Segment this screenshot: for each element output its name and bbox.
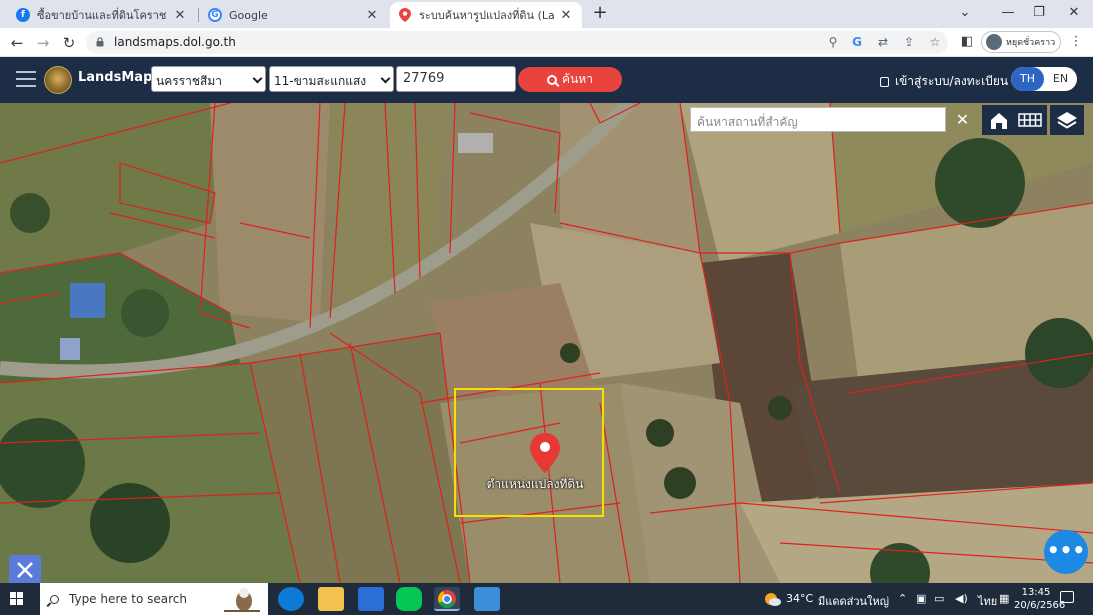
close-icon[interactable]: ✕ (172, 8, 188, 23)
tab-search-chevron-icon[interactable]: ⌄ (950, 2, 980, 26)
taskbar-search[interactable]: Type here to search (40, 583, 268, 615)
dol-logo (44, 66, 72, 94)
windows-start-icon[interactable] (10, 592, 24, 606)
hamburger-menu-icon[interactable] (16, 71, 36, 87)
translate-icon[interactable]: ⇄ (874, 33, 892, 51)
tab-title: ซื้อขายบ้านและที่ดินโคราช | Facebook (37, 9, 168, 22)
layers-button[interactable] (1050, 105, 1084, 135)
district-select[interactable]: 11-ขามสะแกแสง (269, 66, 394, 92)
map-pin-icon (398, 8, 412, 22)
avatar (986, 34, 1002, 50)
bookmark-star-icon[interactable]: ☆ (926, 33, 944, 51)
lock-icon (96, 37, 104, 47)
file-explorer-icon[interactable] (318, 587, 344, 611)
lang-en-button[interactable]: EN (1044, 67, 1077, 91)
back-arrow-icon[interactable]: ← (6, 32, 28, 54)
province-value: นครราชสีมา (156, 74, 222, 88)
google-icon: G (208, 8, 222, 22)
photos-icon[interactable] (474, 587, 500, 611)
chevron-up-icon[interactable]: ⌃ (898, 592, 907, 605)
province-select[interactable]: นครราชสีมา (151, 66, 266, 92)
close-icon[interactable]: ✕ (950, 107, 975, 132)
url-text: landsmaps.dol.go.th (114, 35, 236, 49)
location-pin-icon[interactable]: ⚲ (824, 33, 842, 51)
facebook-icon: f (16, 8, 30, 22)
place-search-input[interactable]: ค้นหาสถานที่สำคัญ (690, 107, 946, 132)
login-label: เข้าสู่ระบบ/ลงทะเบียน (895, 74, 1009, 88)
google-lens-icon[interactable]: G (848, 33, 866, 51)
search-icon (50, 594, 59, 604)
clock-date: 20/6/2566 (1014, 600, 1066, 611)
grid-button[interactable] (1013, 105, 1047, 135)
network-icon[interactable]: ▭ (934, 592, 944, 605)
parcel-marker-label: ตำแหน่งแปลงที่ดิน (486, 477, 584, 491)
lang-th-button[interactable]: TH (1011, 67, 1044, 91)
close-icon[interactable]: ✕ (558, 8, 574, 23)
home-button[interactable] (982, 105, 1016, 135)
layers-icon (1057, 112, 1077, 129)
input-mode-icon[interactable]: ▦ (999, 592, 1009, 605)
chevron-down-icon (380, 73, 391, 84)
tab-google[interactable]: G Google ✕ (200, 2, 388, 28)
district-value: 11-ขามสะแกแสง (274, 74, 367, 88)
window-close-icon[interactable]: ✕ (1059, 2, 1089, 26)
more-options-fab[interactable]: ••• (1044, 530, 1088, 574)
line-app-icon[interactable] (396, 587, 422, 611)
kebab-menu-icon[interactable]: ⋮ (1066, 32, 1086, 52)
app-header: LandsMaps นครราชสีมา 11-ขามสะแกแสง 27769… (0, 57, 1093, 103)
forward-arrow-icon[interactable]: → (32, 32, 54, 54)
windows-taskbar: Type here to search 34°C มีแดดส่วนใหญ่ ⌃… (0, 583, 1093, 615)
browser-tab-strip: f ซื้อขายบ้านและที่ดินโคราช | Facebook ✕… (0, 0, 1093, 28)
notification-icon[interactable] (1060, 591, 1074, 603)
weather-temp[interactable]: 34°C (786, 592, 813, 605)
search-button-label: ค้นหา (562, 72, 593, 86)
taskbar-search-placeholder: Type here to search (69, 592, 187, 606)
tools-icon (17, 562, 33, 578)
search-button[interactable]: ค้นหา (518, 67, 622, 92)
tab-landsmaps[interactable]: ระบบค้นหารูปแปลงที่ดิน (LandsMaps ✕ (390, 2, 582, 28)
home-icon (991, 113, 1007, 129)
chrome-icon[interactable] (434, 587, 460, 611)
tab-facebook[interactable]: f ซื้อขายบ้านและที่ดินโคราช | Facebook ✕ (8, 2, 196, 28)
system-clock[interactable]: 13:45 20/6/2566 (1014, 586, 1066, 612)
search-icon (547, 74, 558, 85)
language-switch: TH EN (1011, 67, 1077, 91)
login-link[interactable]: เข้าสู่ระบบ/ลงทะเบียน (880, 72, 1008, 91)
weather-text[interactable]: มีแดดส่วนใหญ่ (818, 592, 889, 610)
tab-title: Google (229, 8, 268, 22)
reload-icon[interactable]: ↻ (58, 32, 80, 54)
microsoft-store-icon[interactable] (358, 587, 384, 611)
profile-label: หยุดชั่วคราว (1006, 38, 1056, 48)
lock-icon (880, 76, 889, 87)
restore-icon[interactable]: ❐ (1024, 2, 1054, 26)
weather-sun-icon (762, 591, 782, 607)
satellite-map[interactable]: ค้นหาสถานที่สำคัญ ✕ ตำแหน่งแปลงที่ดิน ••… (0, 103, 1093, 583)
bird-illustration-icon (224, 588, 260, 612)
minimize-icon[interactable]: — (993, 2, 1023, 26)
close-icon[interactable]: ✕ (364, 8, 380, 23)
brand-title: LandsMaps (78, 70, 161, 85)
share-icon[interactable]: ⇪ (900, 33, 918, 51)
map-imagery (0, 103, 1093, 583)
volume-icon[interactable]: ◀) (955, 592, 968, 605)
new-tab-plus-icon[interactable]: + (590, 4, 610, 24)
parcel-number-input[interactable]: 27769 (396, 66, 516, 92)
tab-title: ระบบค้นหารูปแปลงที่ดิน (LandsMaps (419, 9, 554, 22)
address-bar[interactable]: landsmaps.dol.go.th ⚲ G ⇄ ⇪ ☆ (86, 31, 948, 54)
input-language[interactable]: ไทย (978, 592, 997, 610)
edge-icon[interactable] (278, 587, 304, 611)
profile-button[interactable]: หยุดชั่วคราว (981, 31, 1061, 53)
measure-tools-button[interactable] (9, 555, 41, 583)
side-panel-icon[interactable]: ◧ (957, 32, 977, 52)
chevron-down-icon (252, 73, 263, 84)
tablet-icon[interactable]: ▣ (916, 592, 926, 605)
screen: f ซื้อขายบ้านและที่ดินโคราช | Facebook ✕… (0, 0, 1093, 615)
grid-icon (1018, 113, 1042, 127)
clock-time: 13:45 (1021, 587, 1051, 598)
browser-toolbar: ← → ↻ landsmaps.dol.go.th ⚲ G ⇄ ⇪ ☆ ◧ หย… (0, 28, 1093, 57)
tab-divider (198, 8, 199, 22)
